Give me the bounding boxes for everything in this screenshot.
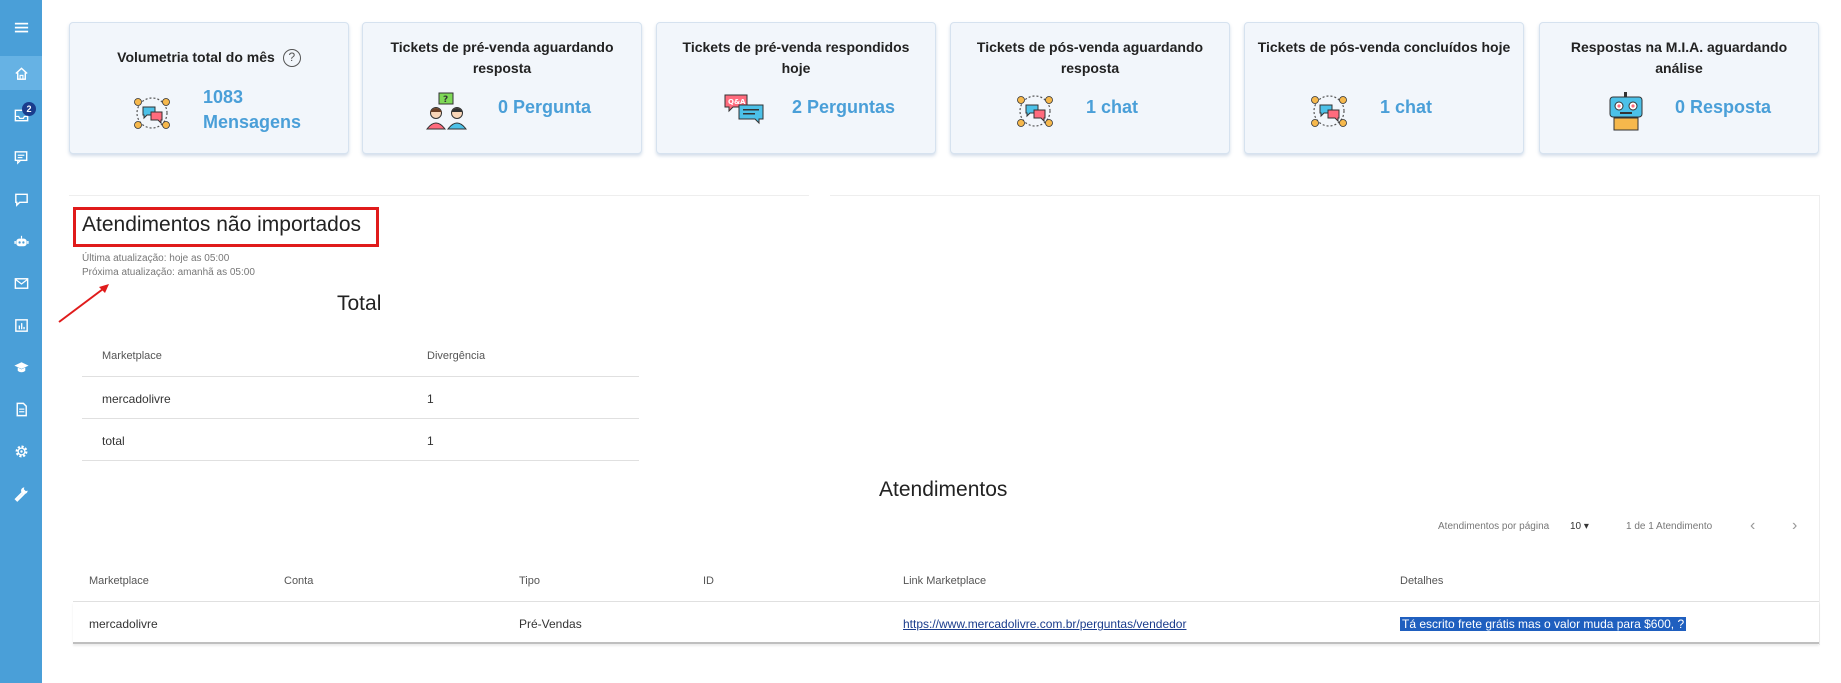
- card-volumetria: Volumetria total do mês? 1083 Mensagens: [69, 22, 349, 154]
- card-pos-venda-aguardando: Tickets de pós-venda aguardando resposta…: [950, 22, 1230, 154]
- report-icon[interactable]: [0, 308, 42, 342]
- table-row: total 1: [82, 419, 639, 461]
- cell-marketplace: total: [102, 434, 125, 448]
- card-pos-venda-concluidos: Tickets de pós-venda concluídos hoje 1 c…: [1244, 22, 1524, 154]
- column-header: Marketplace: [102, 350, 162, 362]
- table-header: Marketplace Divergência: [82, 335, 639, 377]
- card-value: 0 Resposta: [1675, 97, 1772, 117]
- mail-icon[interactable]: [0, 266, 42, 300]
- sidebar: 2: [0, 0, 42, 683]
- inbox-icon[interactable]: 2: [0, 98, 42, 132]
- column-header: Marketplace: [89, 575, 149, 587]
- card-title: Respostas na M.I.A. aguardando análise: [1570, 39, 1788, 76]
- cell-marketplace: mercadolivre: [102, 392, 171, 406]
- card-value: 1083 Mensagens: [203, 87, 302, 132]
- next-update-text: Próxima atualização: amanhã as 05:00: [82, 267, 255, 278]
- table-header: Marketplace Conta Tipo ID Link Marketpla…: [73, 560, 1819, 602]
- page-range: 1 de 1 Atendimento: [1626, 521, 1713, 532]
- notification-badge: 2: [22, 102, 36, 116]
- cell-marketplace: mercadolivre: [89, 617, 158, 631]
- table-row: mercadolivre 1: [82, 377, 639, 419]
- marketplace-link[interactable]: https://www.mercadolivre.com.br/pergunta…: [903, 617, 1186, 631]
- per-page-label: Atendimentos por página: [1438, 521, 1550, 532]
- table-row: mercadolivre Pré-Vendas https://www.merc…: [73, 602, 1819, 644]
- chat-network-icon: [1307, 91, 1351, 131]
- card-value: 2 Perguntas: [792, 97, 896, 117]
- cell-tipo: Pré-Vendas: [519, 617, 582, 631]
- total-table: Marketplace Divergência mercadolivre 1 t…: [82, 335, 639, 461]
- cell-detalhes: Tá escrito frete grátis mas o valor muda…: [1400, 617, 1687, 631]
- chat-network-icon: [1013, 91, 1057, 131]
- wrench-icon[interactable]: [0, 476, 42, 510]
- column-header: Divergência: [427, 350, 486, 362]
- settings-icon[interactable]: [0, 434, 42, 468]
- card-value: 1 chat: [1380, 97, 1433, 117]
- message-icon[interactable]: [0, 182, 42, 216]
- annotation-arrow: [55, 280, 115, 331]
- card-pre-venda-respondidos: Tickets de pré-venda respondidos hoje Q&…: [656, 22, 936, 154]
- people-question-icon: ?: [425, 91, 469, 131]
- document-icon[interactable]: [0, 392, 42, 426]
- card-mia-aguardando: Respostas na M.I.A. aguardando análise 0…: [1539, 22, 1819, 154]
- card-value: 0 Pergunta: [498, 97, 592, 117]
- column-header: Conta: [284, 575, 314, 587]
- chevron-down-icon: ▾: [1583, 521, 1589, 532]
- cell-divergencia: 1: [427, 392, 434, 406]
- section-title: Atendimentos não importados: [82, 213, 361, 236]
- card-value: 1 chat: [1086, 97, 1139, 117]
- chevron-right-icon[interactable]: ›: [1792, 517, 1797, 535]
- atendimentos-title: Atendimentos: [879, 478, 1008, 501]
- card-title: Tickets de pós-venda concluídos hoje: [1257, 39, 1511, 55]
- chevron-left-icon[interactable]: ‹: [1750, 517, 1755, 535]
- robot-icon: [1604, 91, 1648, 131]
- svg-text:?: ?: [443, 95, 448, 105]
- card-title: Tickets de pré-venda respondidos hoje: [682, 39, 910, 76]
- home-icon[interactable]: [0, 56, 42, 90]
- graduation-cap-icon[interactable]: [0, 350, 42, 384]
- menu-icon[interactable]: [0, 10, 42, 44]
- robot-icon[interactable]: [0, 224, 42, 258]
- chat-network-icon: [130, 93, 174, 133]
- column-header: Link Marketplace: [903, 575, 987, 587]
- per-page-value: 10: [1570, 521, 1582, 532]
- card-pre-venda-aguardando: Tickets de pré-venda aguardando resposta…: [362, 22, 642, 154]
- divider: [830, 195, 1820, 196]
- total-title: Total: [337, 292, 382, 315]
- cell-divergencia: 1: [427, 434, 434, 448]
- card-title: Volumetria total do mês: [117, 49, 275, 65]
- last-update-text: Última atualização: hoje as 05:00: [82, 253, 230, 264]
- chat-list-icon[interactable]: [0, 140, 42, 174]
- column-header: Tipo: [519, 575, 540, 587]
- divider: [69, 195, 809, 196]
- card-title: Tickets de pós-venda aguardando resposta: [976, 39, 1204, 76]
- per-page-select[interactable]: 10 ▾: [1570, 521, 1589, 532]
- help-icon[interactable]: ?: [282, 49, 301, 68]
- qa-icon: Q&A: [723, 91, 767, 131]
- column-header: Detalhes: [1400, 575, 1444, 587]
- column-header: ID: [703, 575, 714, 587]
- divider: [1819, 195, 1820, 645]
- card-title: Tickets de pré-venda aguardando resposta: [390, 39, 614, 76]
